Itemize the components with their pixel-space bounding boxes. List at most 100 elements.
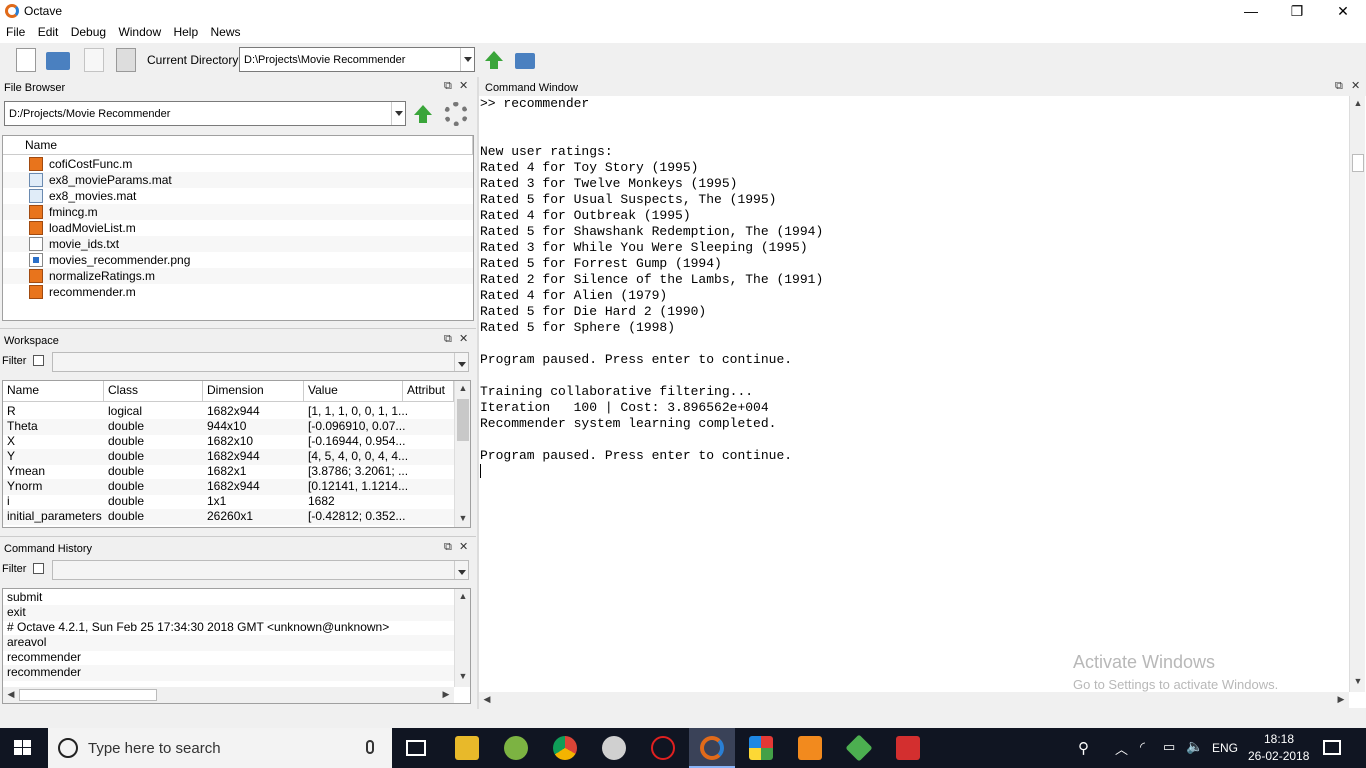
sublime-text-icon[interactable] — [798, 736, 822, 760]
file-list-item[interactable]: movie_ids.txt — [3, 236, 473, 252]
minimize-button[interactable]: — — [1228, 0, 1274, 23]
battery-icon[interactable]: ▭ — [1163, 739, 1175, 755]
column-header-class[interactable]: Class — [104, 381, 203, 402]
history-filter-input[interactable] — [52, 560, 469, 580]
menu-help[interactable]: Help — [173, 23, 198, 39]
file-list-item[interactable]: recommender.m — [3, 284, 473, 300]
scroll-down-icon[interactable]: ▼ — [455, 513, 471, 523]
workspace-filter-input[interactable] — [52, 352, 469, 372]
workspace-row[interactable]: initial_parameters double 26260x1 [-0.42812… — [3, 509, 454, 525]
scroll-thumb[interactable] — [1352, 154, 1364, 172]
copy-icon[interactable] — [84, 48, 104, 72]
workspace-row[interactable]: Xdouble 1682x10 [-0.16944, 0.954... — [3, 434, 454, 450]
history-entry[interactable]: submit — [3, 590, 454, 606]
scroll-thumb[interactable] — [19, 689, 157, 701]
current-directory-combo[interactable]: D:\Projects\Movie Recommender — [239, 47, 475, 72]
scroll-up-icon[interactable]: ▲ — [455, 383, 471, 393]
scroll-left-icon[interactable]: ◀ — [479, 694, 495, 705]
scroll-right-icon[interactable]: ▶ — [438, 689, 454, 700]
workspace-row[interactable]: Theta double 944x10 [-0.096910, 0.07... — [3, 419, 454, 435]
pdf-reader-icon[interactable] — [896, 736, 920, 760]
task-view-icon[interactable] — [406, 740, 426, 756]
git-app-icon[interactable] — [845, 734, 873, 762]
file-list-item[interactable]: ex8_movies.mat — [3, 188, 473, 204]
column-header-name[interactable]: Name — [3, 136, 473, 155]
history-entry[interactable]: recommender — [3, 665, 454, 681]
history-h-scrollbar[interactable]: ◀ ▶ — [3, 687, 454, 703]
browse-folder-icon[interactable] — [515, 53, 535, 69]
file-list-item[interactable]: cofiCostFunc.m — [3, 156, 473, 172]
scroll-thumb[interactable] — [457, 399, 469, 441]
microphone-icon[interactable] — [366, 740, 374, 754]
close-panel-icon[interactable]: ✕ — [459, 332, 468, 345]
chevron-down-icon[interactable] — [460, 48, 474, 71]
chevron-up-icon[interactable]: ︿ — [1115, 739, 1128, 758]
paint-icon[interactable] — [602, 736, 626, 760]
gear-icon[interactable] — [444, 102, 468, 126]
workspace-filter-checkbox[interactable] — [33, 355, 44, 366]
game-app-icon[interactable] — [651, 736, 675, 760]
menu-file[interactable]: File — [6, 23, 25, 39]
undock-icon[interactable]: ⧉ — [444, 333, 452, 346]
command-window[interactable]: >> recommender New user ratings: Rated 4 f… — [479, 96, 1366, 708]
workspace-row[interactable]: i double 1x1 1682 — [3, 494, 454, 510]
notifications-icon[interactable] — [1323, 740, 1341, 755]
chevron-down-icon[interactable] — [454, 561, 468, 579]
scroll-up-icon[interactable]: ▲ — [455, 591, 471, 601]
file-list-item[interactable]: loadMovieList.m — [3, 220, 473, 236]
menu-news[interactable]: News — [211, 23, 241, 39]
clock-time[interactable]: 18:18 — [1264, 732, 1294, 746]
command-window-scrollbar[interactable]: ▲ ▼ — [1349, 96, 1365, 692]
undock-icon[interactable]: ⧉ — [1335, 80, 1343, 93]
close-panel-icon[interactable]: ✕ — [1351, 79, 1360, 92]
winrar-icon[interactable] — [749, 736, 773, 760]
scroll-right-icon[interactable]: ▶ — [1333, 694, 1349, 705]
windows-start-icon[interactable] — [14, 740, 32, 756]
android-studio-icon[interactable] — [504, 736, 528, 760]
history-entry[interactable]: exit — [3, 605, 454, 621]
workspace-row[interactable]: Ynorm double 1682x944 [0.12141, 1.1214... — [3, 479, 454, 495]
undock-icon[interactable]: ⧉ — [444, 80, 452, 93]
file-explorer-icon[interactable] — [455, 736, 479, 760]
history-scrollbar[interactable]: ▲ ▼ — [454, 589, 470, 687]
file-list-item[interactable]: normalizeRatings.m — [3, 268, 473, 284]
close-panel-icon[interactable]: ✕ — [459, 79, 468, 92]
close-panel-icon[interactable]: ✕ — [459, 540, 468, 553]
history-entry[interactable]: # Octave 4.2.1, Sun Feb 25 17:34:30 2018… — [3, 620, 454, 636]
column-header-dimension[interactable]: Dimension — [203, 381, 304, 402]
menu-edit[interactable]: Edit — [38, 23, 59, 39]
people-icon[interactable]: ⚲ — [1078, 739, 1089, 757]
parent-directory-icon[interactable] — [485, 51, 503, 69]
file-list-item[interactable]: ex8_movieParams.mat — [3, 172, 473, 188]
file-list-item[interactable]: movies_recommender.png — [3, 252, 473, 268]
restore-button[interactable]: ❐ — [1274, 0, 1320, 23]
file-browser-path-combo[interactable]: D:/Projects/Movie Recommender — [4, 101, 406, 126]
open-folder-icon[interactable] — [46, 52, 70, 70]
scroll-up-icon[interactable]: ▲ — [1350, 98, 1366, 108]
parent-directory-icon[interactable] — [414, 105, 432, 123]
command-window-h-scrollbar[interactable]: ◀ ▶ — [479, 692, 1349, 708]
chevron-down-icon[interactable] — [454, 353, 468, 371]
history-entry[interactable]: recommender — [3, 650, 454, 666]
menu-window[interactable]: Window — [118, 23, 161, 39]
column-header-value[interactable]: Value — [304, 381, 403, 402]
workspace-row[interactable]: Rlogical 1682x944 [1, 1, 1, 0, 0, 1, 1... — [3, 404, 454, 420]
scroll-down-icon[interactable]: ▼ — [1350, 676, 1366, 686]
octave-taskbar-button[interactable] — [689, 728, 735, 768]
scroll-down-icon[interactable]: ▼ — [455, 671, 471, 681]
workspace-row[interactable]: Ydouble 1682x944 [4, 5, 4, 0, 0, 4, 4... — [3, 449, 454, 465]
taskbar-search-box[interactable]: Type here to search — [48, 728, 392, 768]
workspace-row[interactable]: Ymean double 1682x1 [3.8786; 3.2061; ... — [3, 464, 454, 480]
paste-icon[interactable] — [116, 48, 136, 72]
history-filter-checkbox[interactable] — [33, 563, 44, 574]
workspace-scrollbar[interactable]: ▲ ▼ — [454, 381, 470, 527]
language-indicator[interactable]: ENG — [1212, 741, 1238, 755]
file-list-item[interactable]: fmincg.m — [3, 204, 473, 220]
scroll-left-icon[interactable]: ◀ — [3, 689, 19, 700]
undock-icon[interactable]: ⧉ — [444, 541, 452, 554]
new-script-icon[interactable] — [16, 48, 36, 72]
history-entry[interactable]: areavol — [3, 635, 454, 651]
menu-debug[interactable]: Debug — [71, 23, 106, 39]
clock-date[interactable]: 26-02-2018 — [1248, 749, 1309, 763]
volume-icon[interactable]: 🔈 — [1186, 738, 1203, 755]
